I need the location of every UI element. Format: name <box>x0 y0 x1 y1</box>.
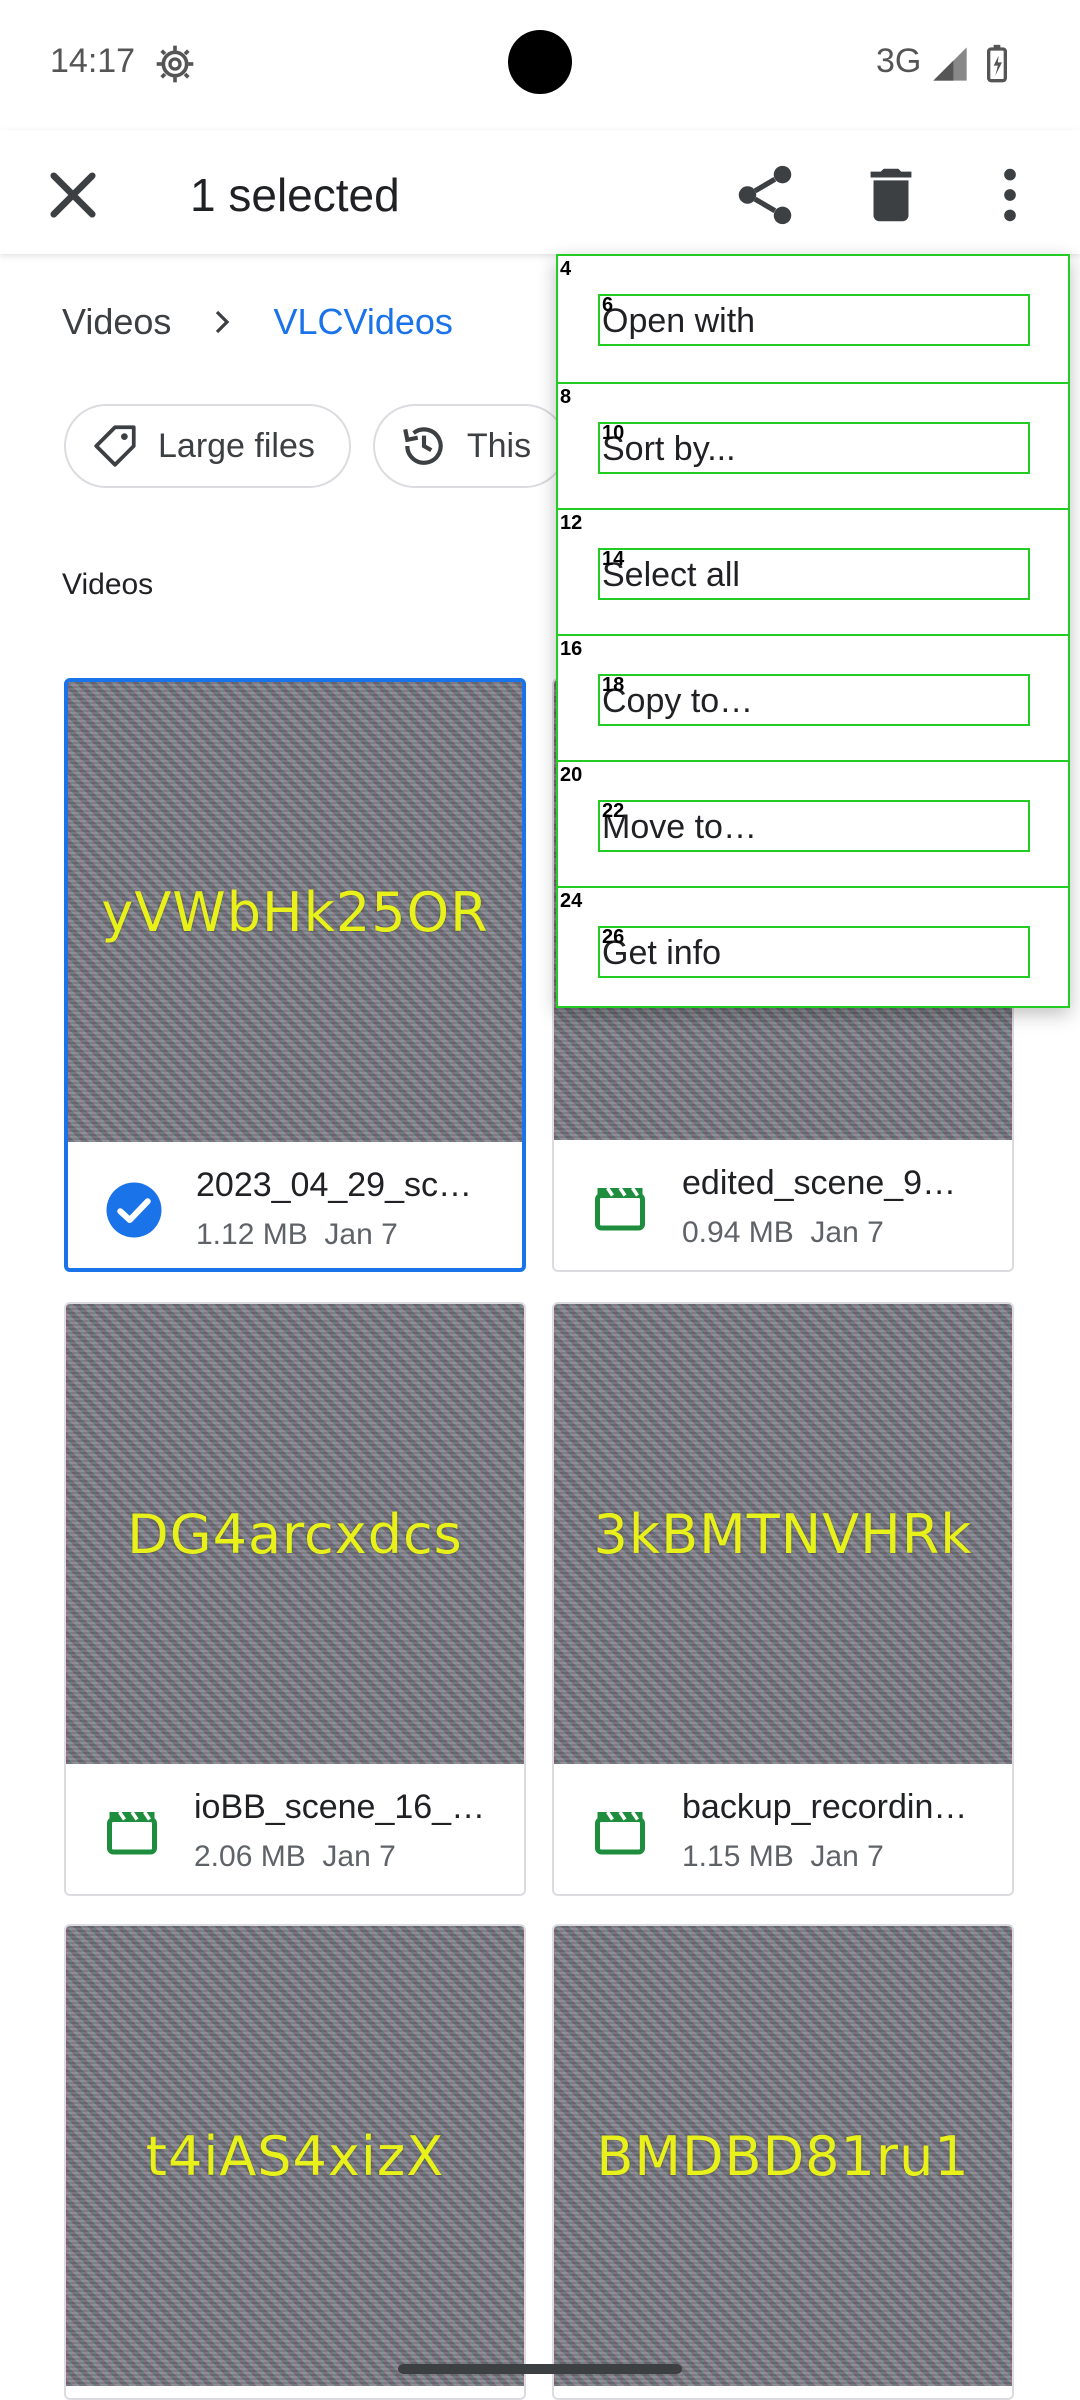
signal-icon <box>933 47 967 81</box>
file-tile[interactable]: BMDBD81ru1 <box>552 1924 1014 2400</box>
more-options-icon[interactable] <box>975 160 1045 230</box>
video-thumbnail: t4iAS4xizX <box>66 1926 524 2386</box>
file-tile[interactable]: 3kBMTNVHRk backup_recordin… 1.15 MB Jan … <box>552 1302 1014 1896</box>
settings-gear-icon <box>156 45 194 83</box>
breadcrumb-vlcvideos[interactable]: VLCVideos <box>273 301 452 343</box>
selection-title: 1 selected <box>190 169 400 221</box>
tag-icon <box>94 425 136 467</box>
menu-item-get-info[interactable]: 24 Get info 26 <box>558 886 1068 1012</box>
history-icon <box>403 427 443 465</box>
menu-subindex: 10 <box>602 422 625 444</box>
file-name: backup_recordin… <box>682 1788 968 1826</box>
thumbnail-text: BMDBD81ru1 <box>596 2124 970 2188</box>
menu-label: Sort by... <box>598 422 1030 474</box>
menu-label: Move to… <box>598 800 1030 852</box>
file-size: 1.15 MB <box>682 1840 794 1873</box>
menu-subindex: 14 <box>602 548 625 570</box>
menu-subindex: 22 <box>602 800 625 822</box>
file-info: 2023_04_29_sc… 1.12 MB Jan 7 <box>68 1142 522 1268</box>
video-clapper-icon <box>107 1811 157 1855</box>
menu-item-move-to[interactable]: 20 Move to… 22 <box>558 760 1068 886</box>
overflow-menu: 4 Open with 6 8 Sort by... 10 12 Select … <box>556 254 1070 1008</box>
delete-icon[interactable] <box>856 160 926 230</box>
file-date: Jan 7 <box>810 1840 884 1873</box>
chip-label: Large files <box>158 426 315 465</box>
file-size: 2.06 MB <box>194 1840 306 1873</box>
section-title: Videos <box>62 568 154 601</box>
file-info: ioBB_scene_16_… 2.06 MB Jan 7 <box>66 1764 524 1894</box>
share-icon[interactable] <box>730 160 800 230</box>
thumbnail-text: 3kBMTNVHRk <box>593 1502 973 1566</box>
file-date: Jan 7 <box>810 1216 884 1249</box>
check-circle-icon[interactable] <box>104 1180 164 1240</box>
app-bar: 1 selected <box>0 130 1080 254</box>
menu-item-copy-to[interactable]: 16 Copy to… 18 <box>558 634 1068 760</box>
menu-subindex: 18 <box>602 674 625 696</box>
menu-index: 12 <box>560 512 583 534</box>
file-tile[interactable]: yVWbHk25OR 2023_04_29_sc… 1.12 MB Jan 7 <box>64 678 526 1272</box>
close-icon[interactable] <box>40 162 106 228</box>
menu-index: 20 <box>560 764 583 786</box>
menu-label: Open with <box>598 294 1030 346</box>
file-name: edited_scene_9… <box>682 1164 957 1202</box>
menu-index: 8 <box>560 386 572 408</box>
thumbnail-text: t4iAS4xizX <box>145 2124 445 2188</box>
video-clapper-icon <box>595 1187 645 1231</box>
thumbnail-text: yVWbHk25OR <box>101 880 489 944</box>
video-thumbnail: 3kBMTNVHRk <box>554 1304 1012 1764</box>
thumbnail-text: DG4arcxdcs <box>127 1502 463 1566</box>
file-tile[interactable]: t4iAS4xizX <box>64 1924 526 2400</box>
gesture-nav-handle[interactable] <box>398 2364 682 2374</box>
file-size: 1.12 MB <box>196 1218 308 1251</box>
menu-subindex: 6 <box>602 294 614 316</box>
menu-index: 16 <box>560 638 583 660</box>
file-tile[interactable]: DG4arcxdcs ioBB_scene_16_… 2.06 MB Jan 7 <box>64 1302 526 1896</box>
menu-item-select-all[interactable]: 12 Select all 14 <box>558 508 1068 634</box>
filter-chips: Large files This <box>64 404 568 488</box>
video-thumbnail: BMDBD81ru1 <box>554 1926 1012 2386</box>
status-bar: 14:17 3G <box>0 0 1080 130</box>
file-info: backup_recordin… 1.15 MB Jan 7 <box>554 1764 1012 1894</box>
menu-label: Get info <box>598 926 1030 978</box>
file-info: edited_scene_9… 0.94 MB Jan 7 <box>554 1140 1012 1270</box>
file-meta: 1.15 MB Jan 7 <box>682 1840 884 1874</box>
file-meta: 2.06 MB Jan 7 <box>194 1840 396 1874</box>
chip-large-files[interactable]: Large files <box>64 404 351 488</box>
file-date: Jan 7 <box>322 1840 396 1873</box>
file-meta: 1.12 MB Jan 7 <box>196 1218 398 1252</box>
file-date: Jan 7 <box>324 1218 398 1251</box>
network-type: 3G <box>876 42 922 80</box>
battery-icon <box>987 44 1007 83</box>
menu-item-open-with[interactable]: 4 Open with 6 <box>558 256 1068 382</box>
file-meta: 0.94 MB Jan 7 <box>682 1216 884 1250</box>
chip-this[interactable]: This <box>372 404 568 488</box>
video-thumbnail: DG4arcxdcs <box>66 1304 524 1764</box>
menu-subindex: 26 <box>602 926 625 948</box>
menu-index: 24 <box>560 890 583 912</box>
breadcrumb-videos[interactable]: Videos <box>62 301 171 343</box>
menu-item-sort-by[interactable]: 8 Sort by... 10 <box>558 382 1068 508</box>
menu-label: Copy to… <box>598 674 1030 726</box>
status-time: 14:17 <box>50 42 136 80</box>
file-name: 2023_04_29_sc… <box>196 1166 473 1204</box>
chevron-right-icon <box>216 310 230 334</box>
menu-label: Select all <box>598 548 1030 600</box>
breadcrumb: Videos VLCVideos <box>62 292 453 352</box>
video-clapper-icon <box>595 1811 645 1855</box>
menu-index: 4 <box>560 258 572 280</box>
file-name: ioBB_scene_16_… <box>194 1788 486 1826</box>
file-size: 0.94 MB <box>682 1216 794 1249</box>
camera-cutout <box>508 30 572 94</box>
chip-label: This <box>466 426 532 465</box>
video-thumbnail: yVWbHk25OR <box>68 682 522 1142</box>
